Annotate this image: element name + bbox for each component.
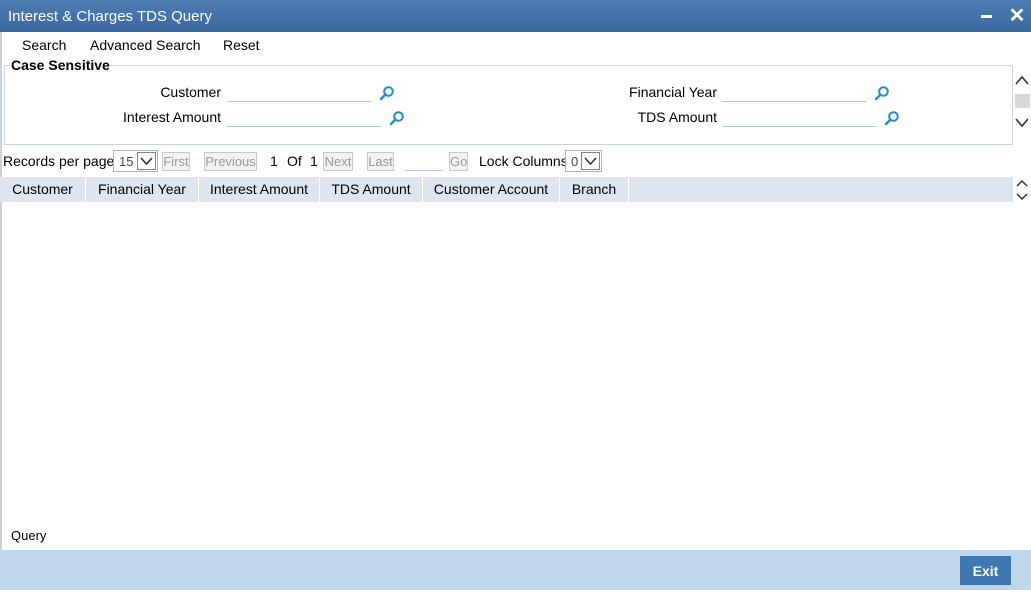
- column-header-customer-account[interactable]: Customer Account: [423, 177, 560, 202]
- go-button[interactable]: Go: [449, 152, 468, 171]
- financial-year-search-icon[interactable]: [874, 85, 890, 101]
- query-mode-label: Query: [11, 528, 47, 543]
- column-header-interest-amount[interactable]: Interest Amount: [199, 177, 320, 202]
- previous-page-button[interactable]: Previous: [204, 152, 257, 171]
- scrollbar-thumb[interactable]: [1015, 94, 1030, 108]
- column-header-branch[interactable]: Branch: [560, 177, 629, 202]
- case-sensitive-legend: Case Sensitive: [10, 57, 111, 73]
- scroll-up-icon[interactable]: [1013, 72, 1031, 90]
- interest-amount-search-icon[interactable]: [389, 110, 405, 126]
- of-label: Of: [287, 153, 302, 169]
- column-header-tds-amount[interactable]: TDS Amount: [320, 177, 423, 202]
- advanced-search-menu-item[interactable]: Advanced Search: [90, 37, 201, 53]
- results-grid-body: [2, 202, 1013, 522]
- column-header-financial-year[interactable]: Financial Year: [86, 177, 199, 202]
- interest-amount-field[interactable]: [227, 105, 381, 127]
- records-per-page-value: 15: [119, 154, 134, 169]
- financial-year-label: Financial Year: [629, 84, 717, 100]
- tds-amount-label: TDS Amount: [637, 109, 717, 125]
- exit-button[interactable]: Exit: [960, 556, 1011, 585]
- tds-amount-search-icon[interactable]: [884, 110, 900, 126]
- financial-year-field[interactable]: [722, 80, 866, 102]
- footer-bar: [0, 550, 1031, 590]
- window-titlebar: Interest & Charges TDS Query ✕: [0, 0, 1031, 32]
- lock-columns-label: Lock Columns: [479, 153, 568, 169]
- grid-scroll-icon[interactable]: [1015, 178, 1029, 202]
- records-per-page-select[interactable]: 15: [113, 150, 158, 172]
- chevron-down-icon[interactable]: [137, 152, 156, 170]
- records-per-page-label: Records per page: [3, 153, 115, 169]
- next-page-button[interactable]: Next: [323, 152, 353, 171]
- chevron-down-icon[interactable]: [581, 152, 600, 170]
- minimize-icon[interactable]: [973, 2, 1001, 30]
- goto-page-input[interactable]: [405, 150, 443, 171]
- lock-columns-select[interactable]: 0: [565, 150, 602, 172]
- current-page: 1: [270, 153, 278, 169]
- customer-field[interactable]: [227, 80, 371, 102]
- results-grid-header: Customer Financial Year Interest Amount …: [0, 177, 1013, 202]
- search-menu-item[interactable]: Search: [22, 37, 66, 53]
- scroll-down-icon[interactable]: [1013, 113, 1031, 131]
- close-icon[interactable]: ✕: [1003, 2, 1031, 30]
- window-bottom-edge: [0, 590, 1031, 597]
- reset-menu-item[interactable]: Reset: [223, 37, 260, 53]
- column-header-customer[interactable]: Customer: [0, 177, 86, 202]
- last-page-button[interactable]: Last: [367, 152, 394, 171]
- customer-label: Customer: [160, 84, 221, 100]
- menu-bar: Search Advanced Search Reset: [0, 32, 1031, 56]
- window-title: Interest & Charges TDS Query: [8, 8, 212, 25]
- first-page-button[interactable]: First: [162, 152, 190, 171]
- customer-search-icon[interactable]: [379, 85, 395, 101]
- criteria-scrollbar[interactable]: [1013, 70, 1031, 146]
- tds-amount-field[interactable]: [722, 105, 876, 127]
- lock-columns-value: 0: [571, 154, 579, 169]
- interest-amount-label: Interest Amount: [122, 109, 221, 125]
- total-pages: 1: [310, 153, 318, 169]
